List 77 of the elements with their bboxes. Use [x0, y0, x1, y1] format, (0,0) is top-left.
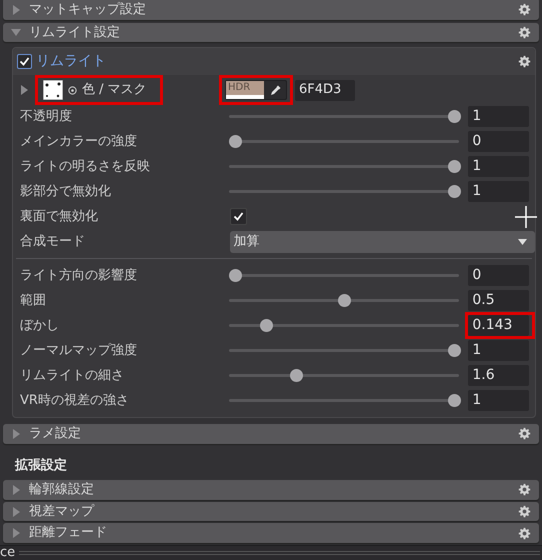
- slider-track[interactable]: [228, 110, 460, 124]
- slider-track[interactable]: [228, 294, 460, 308]
- slider-thumb[interactable]: [228, 269, 242, 282]
- dropdown-arrow-icon: [518, 238, 527, 245]
- texture-thumbnail-icon[interactable]: [43, 80, 63, 100]
- slider-track[interactable]: [228, 369, 460, 382]
- slider-thumb[interactable]: [228, 135, 242, 148]
- section-title: リムライト設定: [29, 24, 121, 42]
- dropdown[interactable]: 加算: [230, 230, 535, 253]
- gear-icon[interactable]: [518, 483, 531, 496]
- slider-thumb[interactable]: [290, 369, 304, 382]
- gear-icon[interactable]: [518, 26, 531, 39]
- value-field[interactable]: 0: [468, 265, 530, 286]
- gear-icon[interactable]: [518, 55, 531, 68]
- slider-track[interactable]: [228, 394, 460, 408]
- field-label: VR時の視差の強さ: [20, 392, 130, 410]
- slider-thumb[interactable]: [448, 185, 461, 198]
- section-header[interactable]: リムライト設定: [3, 22, 539, 42]
- field-label: 裏面で無効化: [20, 208, 99, 226]
- value-field[interactable]: 1.6: [468, 365, 530, 386]
- slider-thumb[interactable]: [338, 294, 352, 308]
- value-field[interactable]: 1: [468, 156, 530, 178]
- section-title: 視差マップ: [29, 502, 96, 521]
- slider-thumb[interactable]: [260, 319, 274, 332]
- field-label: ライトの明るさを反映: [20, 158, 151, 176]
- section-header[interactable]: 視差マップ: [3, 502, 539, 522]
- gear-icon[interactable]: [518, 526, 531, 540]
- slider-thumb[interactable]: [448, 394, 461, 408]
- value-field[interactable]: 1: [468, 106, 530, 128]
- expand-triangle-icon[interactable]: [19, 85, 29, 96]
- field-label: ぼかし: [20, 316, 60, 335]
- slider-track[interactable]: [228, 135, 460, 148]
- value-field[interactable]: 0.143: [468, 315, 530, 336]
- value-field[interactable]: 0.5: [468, 290, 530, 312]
- section-header[interactable]: マットキャップ設定: [3, 0, 539, 20]
- section-title: ラメ設定: [29, 425, 82, 444]
- field-label: 範囲: [20, 292, 47, 310]
- slider-thumb[interactable]: [448, 344, 461, 358]
- section-title: 距離フェード: [29, 524, 108, 542]
- section-header[interactable]: ラメ設定: [3, 424, 539, 444]
- slider-track[interactable]: [228, 160, 460, 174]
- slider-track[interactable]: [228, 185, 460, 198]
- field-label: 影部分で無効化: [20, 182, 112, 201]
- slider-thumb[interactable]: [448, 160, 461, 174]
- gear-icon[interactable]: [518, 3, 531, 16]
- section-title: マットキャップ設定: [29, 1, 147, 19]
- section-heading: 拡張設定: [15, 456, 68, 475]
- slider-thumb[interactable]: [448, 110, 461, 124]
- check-icon: [233, 211, 244, 222]
- section-header[interactable]: 距離フェード: [3, 523, 539, 543]
- field-label: メインカラーの強度: [20, 132, 138, 151]
- slider-track[interactable]: [228, 269, 460, 282]
- section-title: 輪郭線設定: [29, 481, 95, 500]
- checkbox[interactable]: [17, 54, 32, 70]
- value-field[interactable]: 1: [468, 390, 530, 412]
- crosshair-cursor-icon: [515, 206, 537, 228]
- field-label: ライト方向の影響度: [20, 266, 138, 285]
- field-label: 不透明度: [20, 108, 73, 126]
- target-icon: [68, 86, 77, 95]
- gear-icon[interactable]: [518, 427, 531, 440]
- slider-track[interactable]: [228, 344, 460, 358]
- rimlight-title: リムライト: [36, 52, 107, 72]
- gear-icon[interactable]: [518, 505, 531, 518]
- eyedropper-icon[interactable]: [270, 84, 282, 96]
- field-label: ノーマルマップ強度: [20, 342, 138, 360]
- value-field[interactable]: 0: [468, 131, 530, 152]
- hex-field[interactable]: 6F4D3: [295, 80, 355, 101]
- field-label: 合成モード: [20, 232, 86, 251]
- section-header[interactable]: 輪郭線設定: [3, 480, 539, 500]
- color-mask-label: 色 / マスク: [82, 81, 147, 100]
- checkbox[interactable]: [230, 208, 247, 226]
- slider-track[interactable]: [228, 319, 460, 332]
- check-icon: [19, 56, 30, 68]
- value-field[interactable]: 1: [468, 181, 530, 202]
- value-field[interactable]: 1: [468, 340, 530, 362]
- field-label: リムライトの細さ: [20, 366, 125, 385]
- footer-label: ce: [0, 546, 16, 560]
